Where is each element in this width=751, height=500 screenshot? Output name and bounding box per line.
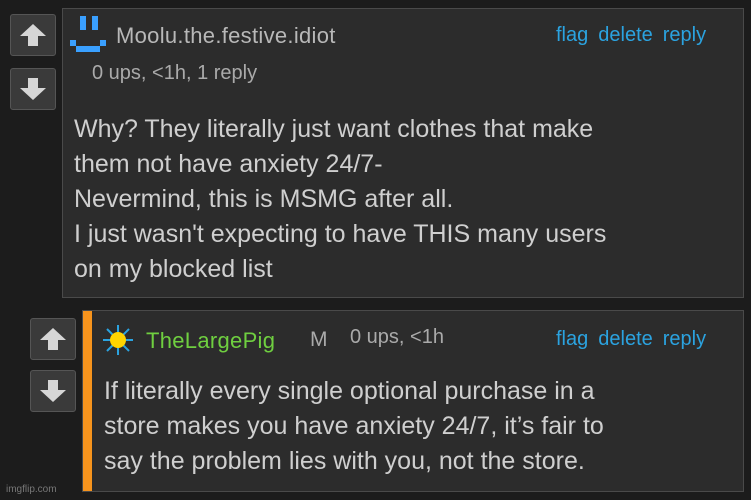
username[interactable]: Moolu.the.festive.idiot [116,23,336,49]
upvote-button[interactable] [30,318,76,360]
comment-line: say the problem lies with you, not the s… [104,447,585,475]
delete-link[interactable]: delete [598,24,653,47]
downvote-button[interactable] [10,68,56,110]
pixel-face-icon [70,16,106,52]
downvote-button[interactable] [30,370,76,412]
comment-body: Why? They literally just want clothes th… [74,112,606,287]
reply-link[interactable]: reply [663,328,706,351]
flag-link[interactable]: flag [556,24,588,47]
comment-meta: 0 ups, <1h, 1 reply [92,62,258,84]
flag-link[interactable]: flag [556,328,588,351]
username[interactable]: TheLargePig [146,328,275,354]
reply-link[interactable]: reply [663,24,706,47]
comment-actions: flag delete reply [556,328,706,351]
arrow-up-icon [40,328,66,350]
comment-body: If literally every single optional purch… [104,374,604,479]
sun-icon [103,325,133,355]
arrow-down-icon [40,380,66,402]
watermark: imgflip.com [6,484,57,495]
comment-line: Why? They literally just want clothes th… [74,115,594,143]
comment-line: them not have anxiety 24/7- [74,150,383,178]
comment-line: on my blocked list [74,255,273,283]
comment-line: If literally every single optional purch… [104,377,595,405]
arrow-up-icon [20,24,46,46]
arrow-down-icon [20,78,46,100]
comment-line: Nevermind, this is MSMG after all. [74,185,454,213]
delete-link[interactable]: delete [598,328,653,351]
reply-indicator-bar [83,311,92,491]
comment-meta: 0 ups, <1h [350,326,444,348]
comment-line: I just wasn't expecting to have THIS man… [74,220,607,248]
moderator-badge: M [310,328,328,351]
upvote-button[interactable] [10,14,56,56]
comment-actions: flag delete reply [556,24,706,47]
comment-line: store makes you have anxiety 24/7, it’s … [104,412,604,440]
